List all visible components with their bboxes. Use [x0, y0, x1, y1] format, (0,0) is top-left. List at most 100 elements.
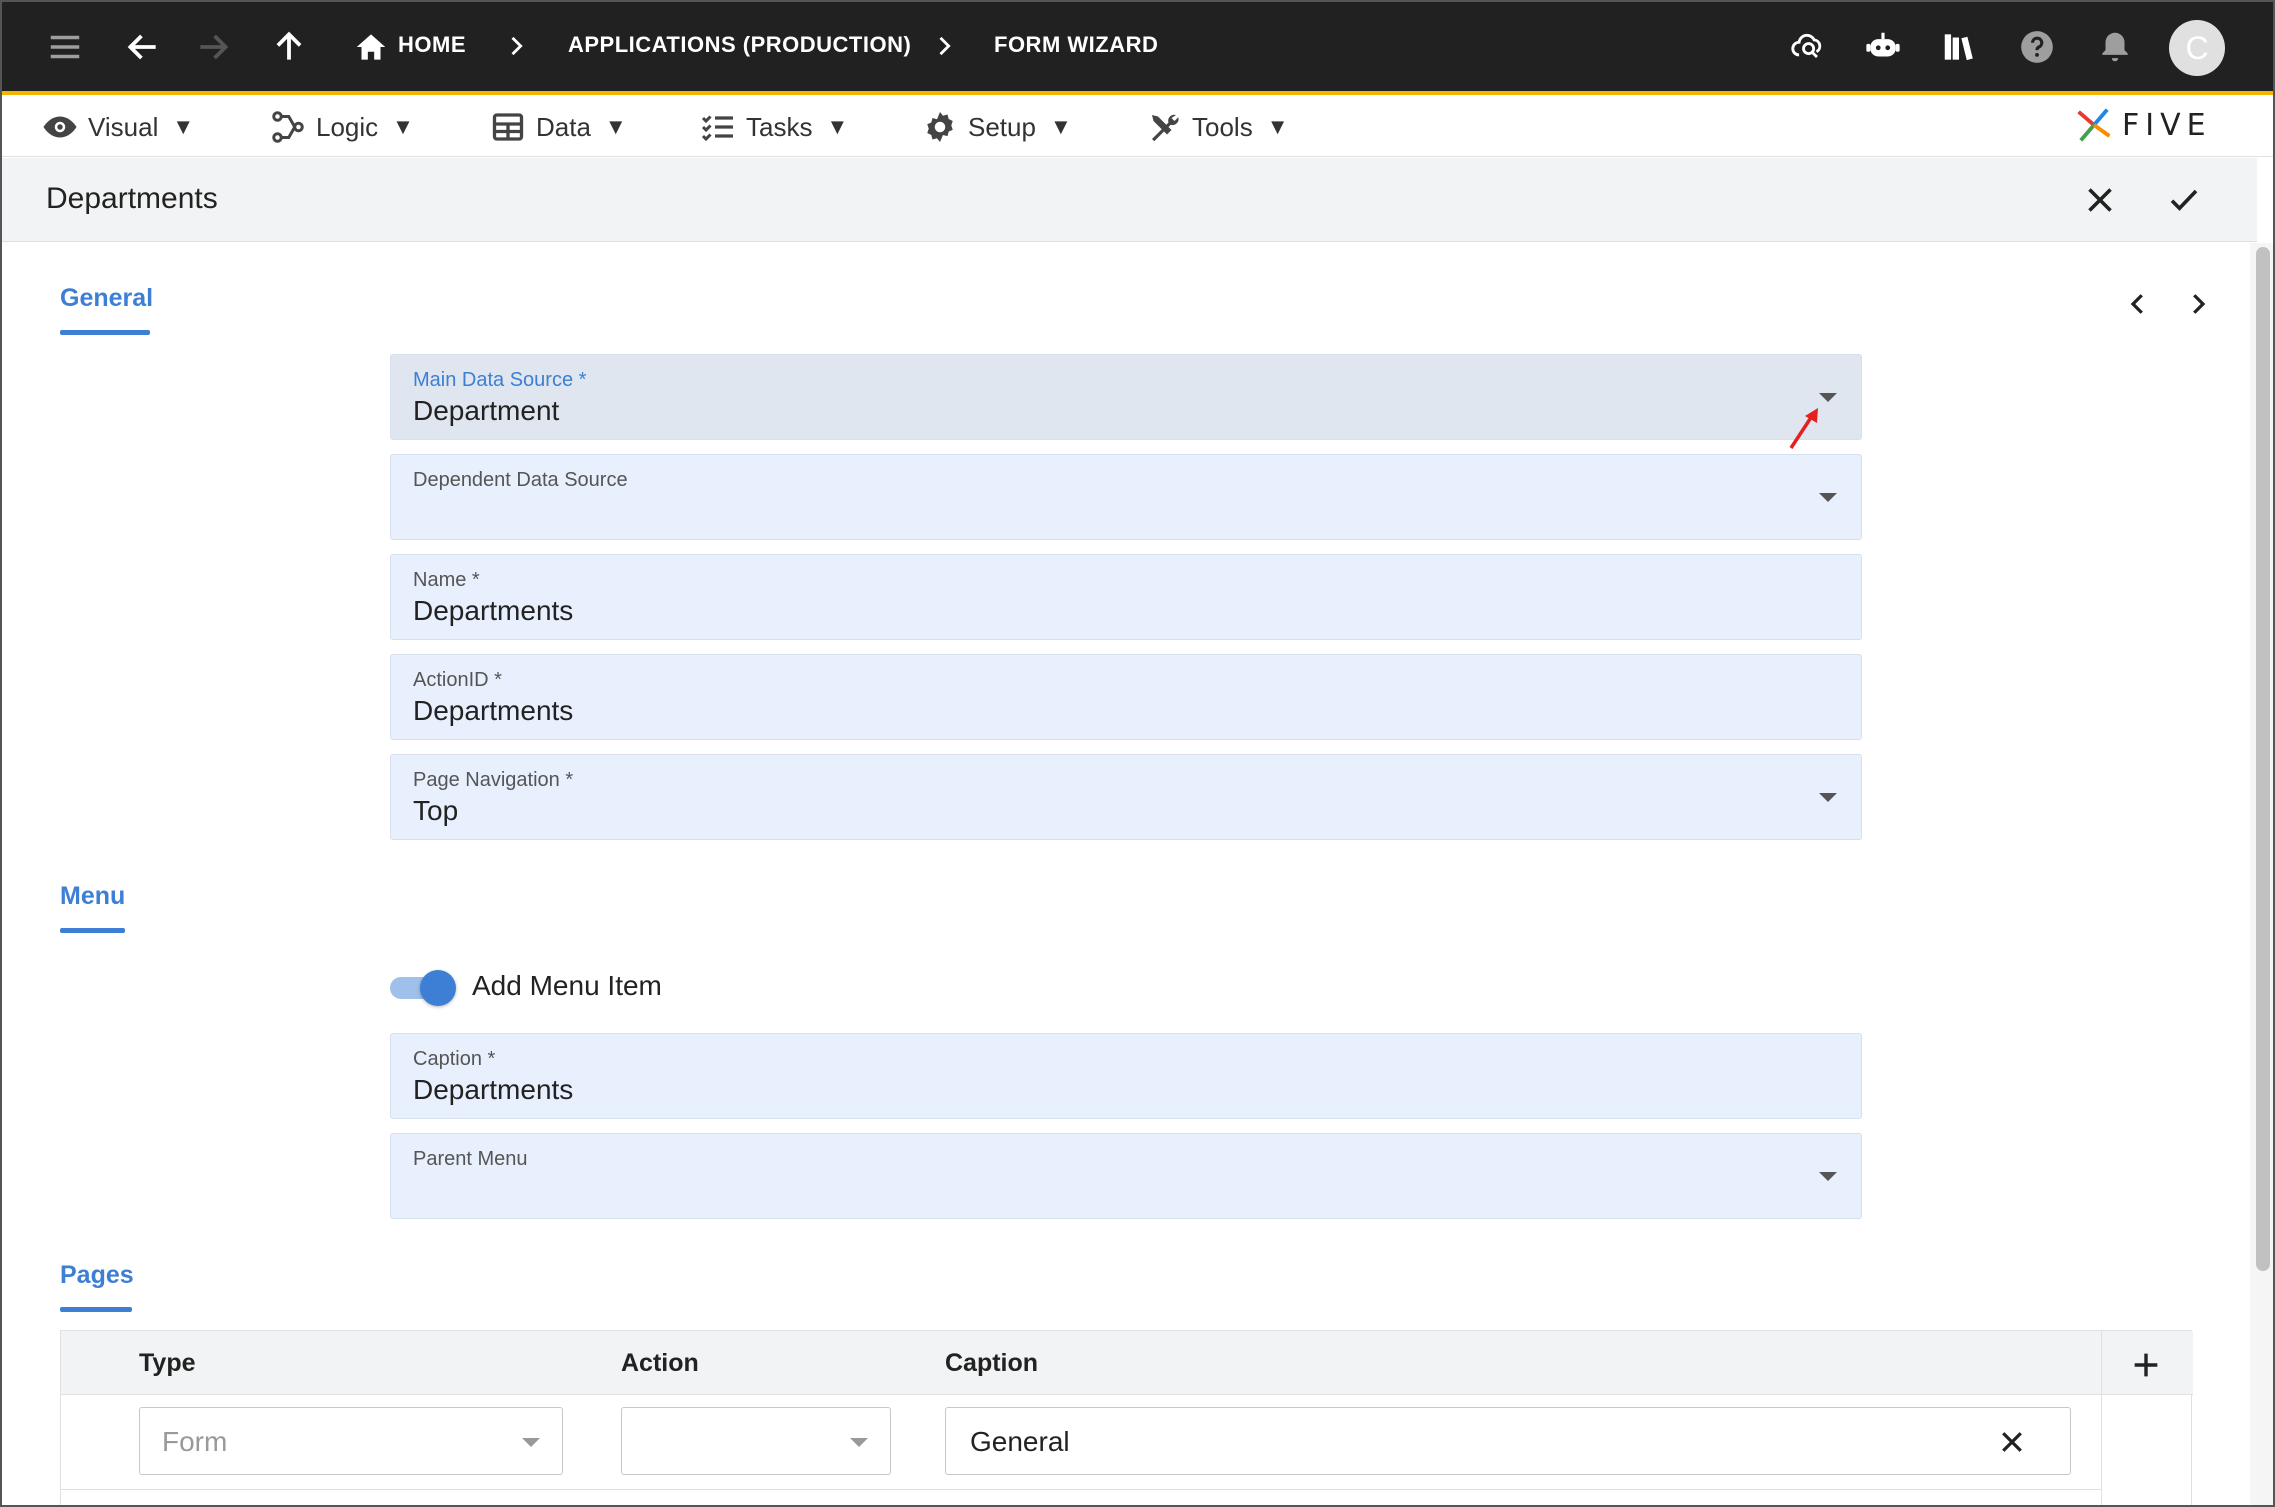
parent-menu-select[interactable]: Parent Menu [390, 1133, 1862, 1219]
close-icon [2088, 188, 2112, 212]
action-select[interactable] [621, 1407, 891, 1475]
vertical-scrollbar[interactable] [2250, 243, 2273, 1505]
app-window: HOME APPLICATIONS (PRODUCTION) FORM WIZA… [0, 0, 2275, 1507]
add-column [2101, 1331, 2193, 1505]
menu-tasks-label: Tasks [746, 111, 813, 142]
cancel-button[interactable] [2076, 176, 2124, 224]
caret-down-icon: ▼ [1049, 114, 1072, 139]
section-underline [60, 330, 150, 335]
menu-visual-label: Visual [88, 111, 159, 142]
add-menu-item-toggle[interactable] [390, 968, 456, 1006]
next-page-button[interactable] [2178, 284, 2218, 324]
plus-icon [2134, 1353, 2158, 1377]
back-arrow-icon[interactable] [120, 24, 166, 70]
action-id-label: ActionID * [413, 669, 502, 691]
dropdown-arrow-icon[interactable] [1819, 493, 1837, 502]
menu-setup[interactable]: Setup ▼ [922, 107, 1072, 147]
dropdown-arrow-icon[interactable] [1819, 1172, 1837, 1181]
logic-icon [272, 111, 304, 143]
breadcrumb-applications[interactable]: APPLICATIONS (PRODUCTION) [568, 32, 911, 58]
five-logo-mark-icon [2077, 108, 2111, 142]
page-title: Departments [46, 182, 218, 215]
breadcrumb-home[interactable]: HOME [398, 32, 466, 58]
clear-button[interactable] [1994, 1424, 2030, 1460]
section-underline [60, 1307, 132, 1312]
cloud-search-icon[interactable] [1784, 24, 1830, 70]
add-menu-item-label[interactable]: Add Menu Item [472, 970, 662, 1002]
menu-tools-label: Tools [1192, 111, 1253, 142]
caret-down-icon: ▼ [392, 114, 414, 139]
breadcrumb-form-wizard: FORM WIZARD [994, 32, 1159, 57]
up-arrow-icon[interactable] [266, 24, 312, 70]
section-general-label: General [60, 284, 154, 312]
chevron-left-icon [2130, 294, 2143, 314]
scrollbar-thumb[interactable] [2256, 247, 2270, 1271]
form-header: Departments [2, 158, 2257, 242]
main-data-source-select[interactable]: Main Data Source * Department [390, 354, 1862, 440]
home-icon[interactable] [348, 24, 394, 70]
previous-page-button[interactable] [2118, 284, 2158, 324]
chatbot-icon[interactable] [1860, 24, 1906, 70]
pages-table: Type Action Caption Form General [60, 1330, 2193, 1505]
main-data-source-label: Main Data Source * [413, 369, 587, 391]
chevron-right-icon [939, 36, 951, 56]
top-app-bar: HOME APPLICATIONS (PRODUCTION) FORM WIZA… [2, 2, 2273, 95]
chevron-right-icon [511, 36, 523, 56]
caret-down-icon: ▼ [826, 114, 849, 139]
menu-tasks[interactable]: Tasks ▼ [700, 107, 848, 147]
save-button[interactable] [2160, 176, 2208, 224]
library-icon[interactable] [1936, 24, 1982, 70]
five-logo: FIVE [2072, 101, 2242, 149]
caption-input[interactable]: General [945, 1407, 2071, 1475]
name-label: Name * [413, 569, 480, 591]
action-id-field[interactable]: ActionID * Departments [390, 654, 1862, 740]
column-header-action: Action [621, 1349, 699, 1377]
dropdown-arrow-icon[interactable] [1819, 393, 1837, 402]
help-icon[interactable] [2014, 24, 2060, 70]
eye-icon [43, 116, 77, 138]
section-general[interactable]: General [60, 284, 154, 335]
dependent-data-source-select[interactable]: Dependent Data Source [390, 454, 1862, 540]
type-select[interactable]: Form [139, 1407, 563, 1475]
section-menu[interactable]: Menu [60, 882, 125, 933]
dependent-data-source-label: Dependent Data Source [413, 469, 628, 491]
menu-data[interactable]: Data ▼ [490, 107, 627, 147]
chevron-right-icon [2193, 294, 2206, 314]
dropdown-arrow-icon[interactable] [850, 1438, 868, 1447]
page-navigation-label: Page Navigation * [413, 769, 574, 791]
table-icon [492, 113, 524, 141]
menu-logic[interactable]: Logic ▼ [270, 107, 414, 147]
annotation-arrow-icon [1789, 408, 1818, 449]
caption-label: Caption * [413, 1048, 496, 1070]
table-row-divider [61, 1489, 2101, 1490]
dropdown-arrow-icon[interactable] [522, 1438, 540, 1447]
page-navigation-select[interactable]: Page Navigation * Top [390, 754, 1862, 840]
forward-arrow-icon[interactable] [190, 24, 236, 70]
dropdown-arrow-icon[interactable] [1819, 793, 1837, 802]
page-navigation-value: Top [413, 795, 459, 826]
menu-data-label: Data [536, 111, 591, 142]
caption-value: Departments [413, 1074, 574, 1105]
section-pages-label: Pages [60, 1261, 134, 1289]
caption-input-value: General [970, 1426, 1070, 1457]
gear-icon [927, 112, 953, 142]
parent-menu-label: Parent Menu [413, 1148, 528, 1170]
menu-icon[interactable] [42, 24, 88, 70]
caret-down-icon: ▼ [172, 114, 195, 139]
caret-down-icon: ▼ [604, 114, 627, 139]
caption-field[interactable]: Caption * Departments [390, 1033, 1862, 1119]
bell-icon[interactable] [2092, 24, 2138, 70]
tools-icon [1152, 114, 1179, 142]
close-icon [2002, 1432, 2022, 1452]
column-header-type: Type [139, 1349, 196, 1377]
check-icon [2170, 189, 2198, 211]
menu-logic-label: Logic [316, 111, 379, 142]
avatar[interactable]: C [2169, 20, 2225, 76]
add-page-button[interactable] [2126, 1345, 2166, 1385]
name-field[interactable]: Name * Departments [390, 554, 1862, 640]
menu-visual[interactable]: Visual ▼ [42, 107, 194, 147]
menu-tools[interactable]: Tools ▼ [1146, 107, 1288, 147]
section-pages[interactable]: Pages [60, 1261, 134, 1312]
section-underline [60, 928, 125, 933]
table-header: Type Action Caption [61, 1331, 2193, 1395]
